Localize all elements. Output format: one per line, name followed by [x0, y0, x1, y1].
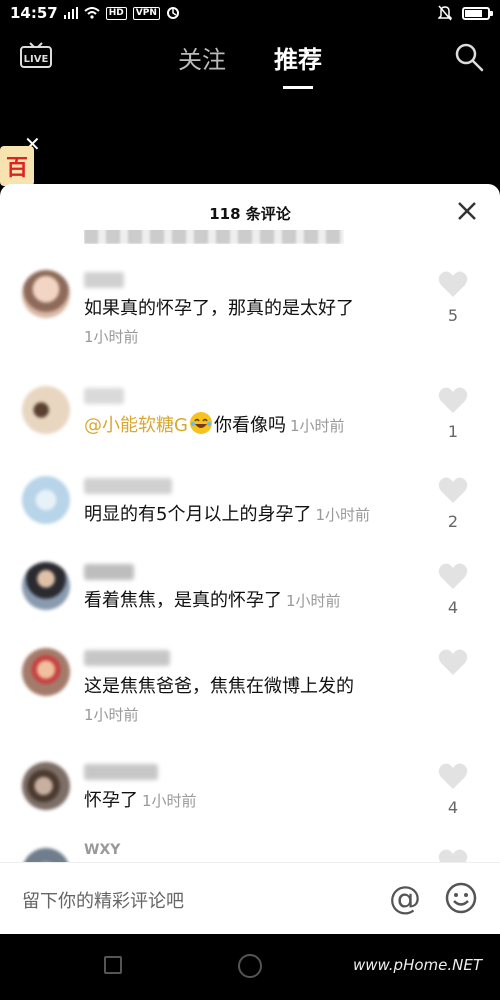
avatar[interactable]: [22, 476, 70, 524]
comments-header: 118 条评论: [0, 184, 500, 244]
like-count: 4: [447, 598, 459, 617]
top-nav: LIVE 关注 推荐: [0, 30, 500, 90]
heart-icon: [438, 387, 468, 413]
like-count: 1: [447, 422, 459, 441]
username-blurred[interactable]: [84, 650, 170, 666]
username-blurred[interactable]: [84, 764, 158, 780]
comment-input[interactable]: 留下你的精彩评论吧: [22, 887, 184, 913]
search-icon[interactable]: [454, 42, 484, 72]
comment-text: 看着焦焦，是真的怀孕了 1小时前: [84, 590, 341, 611]
comment-time: 1小时前: [84, 706, 139, 724]
side-promo-badge[interactable]: 百: [0, 146, 34, 186]
comment-text: 这是焦焦爸爸，焦焦在微博上发的: [84, 676, 354, 697]
tab-recommended-label: 推荐: [274, 46, 322, 74]
emoji-icon[interactable]: [444, 881, 478, 915]
username-blurred[interactable]: [84, 478, 172, 494]
comment-time: 1小时前: [84, 328, 139, 346]
like-button[interactable]: 2: [428, 476, 478, 531]
comment-text: 怀孕了 1小时前: [84, 790, 197, 811]
system-nav-bar: www.pHome.NET: [0, 934, 500, 1000]
tab-following[interactable]: 关注: [178, 40, 226, 75]
sync-icon: [166, 7, 179, 19]
username-blurred[interactable]: [84, 388, 124, 404]
status-bar: 14:57 HD VPN: [0, 0, 500, 26]
mention-link[interactable]: @小能软糖G: [84, 415, 188, 436]
home-button[interactable]: [238, 954, 262, 978]
status-right: [438, 5, 493, 21]
mention-button[interactable]: @: [386, 879, 424, 917]
comment-text: @小能软糖G 你看像吗 1小时前: [84, 412, 444, 439]
heart-icon: [438, 563, 468, 589]
username[interactable]: WXY: [84, 842, 120, 858]
laughing-tears-emoji-icon: [189, 412, 212, 434]
comment-time: 1小时前: [289, 417, 345, 435]
like-button[interactable]: 4: [428, 562, 478, 617]
mute-bell-icon: [438, 5, 452, 21]
recent-apps-button[interactable]: [104, 956, 122, 974]
feed-tabs: 关注 推荐: [0, 40, 500, 89]
like-count: 5: [447, 306, 459, 325]
username-blurred[interactable]: [84, 564, 134, 580]
wifi-icon: [84, 7, 100, 19]
tab-recommended[interactable]: 推荐: [274, 40, 322, 89]
heart-icon: [438, 477, 468, 503]
status-time: 14:57: [10, 4, 58, 22]
hd-tag: HD: [105, 6, 127, 20]
scrolled-partial-comment: [84, 230, 344, 244]
like-button[interactable]: [428, 648, 478, 684]
tab-following-label: 关注: [178, 46, 226, 74]
status-icons: HD VPN: [63, 6, 180, 20]
close-icon[interactable]: [454, 198, 480, 224]
like-button[interactable]: 5: [428, 270, 478, 325]
avatar[interactable]: [22, 648, 70, 696]
heart-icon: [438, 649, 468, 675]
comment-time: 1小时前: [286, 592, 341, 610]
app-root: 14:57 HD VPN LIVE 关注 推荐 ✕ 百 118 条评论 如果真的…: [0, 0, 500, 1000]
avatar[interactable]: [22, 562, 70, 610]
like-count: 4: [447, 798, 459, 817]
username-blurred[interactable]: [84, 272, 124, 288]
watermark: www.pHome.NET: [352, 956, 482, 974]
comment-time: 1小时前: [142, 792, 197, 810]
comments-title: 118 条评论: [209, 205, 291, 223]
like-button[interactable]: 4: [428, 762, 478, 817]
battery-icon: [462, 6, 493, 20]
comments-sheet: 118 条评论 如果真的怀孕了，那真的是太好了 1小时前 5 @小能软糖G 你看…: [0, 184, 500, 934]
avatar[interactable]: [22, 270, 70, 318]
like-count: 2: [447, 512, 459, 531]
comment-input-bar: 留下你的精彩评论吧 @: [0, 862, 500, 934]
side-badge-text: 百: [5, 156, 28, 181]
comment-text: 如果真的怀孕了，那真的是太好了: [84, 298, 354, 319]
heart-icon: [438, 271, 468, 297]
heart-icon: [438, 763, 468, 789]
comment-time: 1小时前: [315, 506, 370, 524]
comment-text: 明显的有5个月以上的身孕了 1小时前: [84, 504, 370, 525]
signal-icon: [63, 7, 78, 19]
active-tab-indicator: [283, 86, 313, 89]
avatar[interactable]: [22, 762, 70, 810]
avatar[interactable]: [22, 386, 70, 434]
vpn-tag: VPN: [132, 6, 160, 20]
like-button[interactable]: 1: [428, 386, 478, 441]
